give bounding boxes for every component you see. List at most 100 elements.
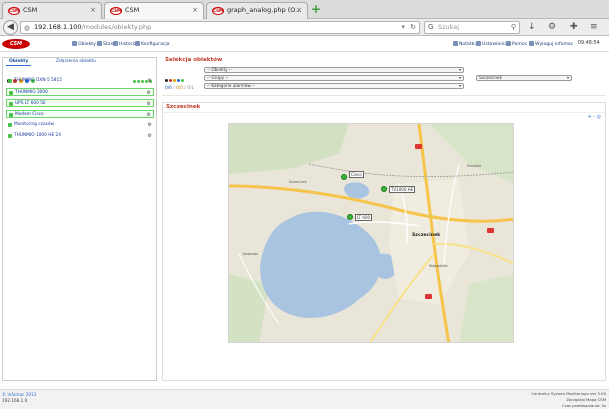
- close-icon[interactable]: ×: [90, 3, 96, 18]
- green-status-icon[interactable]: [181, 79, 184, 82]
- footer-manage: Zarządzaj Mapą CSM: [566, 397, 606, 402]
- select-value: Szczecinek: [479, 75, 503, 80]
- back-arrow-icon[interactable]: ◀: [3, 20, 18, 35]
- marker-label-cisco: Cisco: [349, 171, 364, 178]
- tab-bar: CSM CSM × CSM CSM × CSM graph_analog.php…: [0, 0, 609, 20]
- map-tools[interactable]: + - ◎: [587, 114, 601, 120]
- help-icon: [506, 41, 511, 46]
- download-icon[interactable]: ↓: [528, 22, 536, 32]
- url-bar[interactable]: ◍ 192.168.1.100/modules/obiekty.php ▾ ↻: [20, 21, 420, 34]
- object-label: THUNMIO 1000 HE 24: [14, 133, 62, 138]
- tab-obiekty[interactable]: Obiekty: [6, 58, 32, 66]
- csm-favicon-icon: CSM: [8, 7, 20, 15]
- menu-label: Obiekty: [78, 42, 96, 47]
- status-square-icon: [8, 79, 12, 83]
- footer-time: Czas przetwarzania: 0s: [562, 403, 606, 408]
- dropdown-arrow-icon[interactable]: ▾: [401, 22, 405, 33]
- settings-icon: [476, 41, 481, 46]
- globe-icon: ◍: [24, 24, 31, 32]
- map-marker-lt600[interactable]: [347, 214, 353, 220]
- close-icon[interactable]: ×: [192, 3, 198, 18]
- menu-konfiguracja[interactable]: Konfiguracja: [135, 41, 170, 47]
- list-item[interactable]: UPS LT 600 56 ⚙: [6, 99, 154, 107]
- map-label: Jeziorowo: [243, 252, 259, 256]
- map-label: Parsęcko: [467, 164, 482, 168]
- map-panel: Szczecinek + - ◎ Cisco TV1000 HE LT 600 …: [162, 102, 606, 381]
- search-placeholder: Szukaj: [438, 23, 460, 31]
- status-square-icon: [8, 134, 12, 138]
- gear-icon[interactable]: ⚙: [148, 132, 152, 140]
- gear-icon[interactable]: ⚙: [147, 111, 151, 119]
- city-label: Szczecinek: [412, 233, 441, 238]
- map-label: Szczecinek: [289, 180, 307, 184]
- footer: © infomac 2013 192.168.1.0 Centralny Sys…: [0, 389, 609, 409]
- menu-label: Stan: [103, 42, 114, 47]
- chevron-down-icon: ▾: [458, 83, 461, 88]
- history-icon: [113, 41, 118, 46]
- search-icon[interactable]: ⚲: [511, 22, 516, 33]
- map-canvas[interactable]: Cisco TV1000 HE LT 600 Szczecinek Szczec…: [228, 123, 514, 343]
- tab-graph-analog[interactable]: CSM graph_analog.php (O... ×: [206, 2, 308, 19]
- tab-label: CSM: [23, 6, 38, 14]
- tab-csm-2[interactable]: CSM CSM ×: [104, 2, 204, 20]
- status-icon: [97, 41, 102, 46]
- alarm-categories-select[interactable]: -- Kategorie alarmów -- ▾: [204, 83, 464, 89]
- tab-csm-1[interactable]: CSM CSM ×: [2, 2, 102, 19]
- page-content: CSM Obiekty Stan Historia Konfiguracja N…: [0, 36, 609, 409]
- close-icon[interactable]: ×: [296, 3, 302, 18]
- browser-window: CSM CSM × CSM CSM × CSM graph_analog.php…: [0, 0, 609, 409]
- gear-icon[interactable]: ⚙: [147, 89, 151, 97]
- object-counts: 0/6 / 0/5 / 0/1: [165, 86, 195, 91]
- menu-wyloguj[interactable]: Wyloguj infomac: [529, 41, 573, 47]
- footer-version: Centralny System Monitoringu ver 3.00: [531, 391, 606, 396]
- objects-select[interactable]: -- Obiekty -- ▾: [204, 67, 464, 73]
- menu-historia[interactable]: Historia: [113, 41, 137, 47]
- search-input[interactable]: G Szukaj ⚲: [424, 21, 520, 34]
- map-marker-cisco[interactable]: [341, 174, 347, 180]
- reload-icon[interactable]: ↻: [410, 22, 416, 33]
- tab-zdarzenia-obiektu[interactable]: Zdarzenia obiektu: [53, 58, 99, 66]
- clock: 09:48:54: [578, 41, 600, 46]
- list-item[interactable]: Monitoring czasów ⚙: [6, 121, 154, 129]
- object-label: UPS LT 600 56: [15, 101, 46, 106]
- menu-ustawienia[interactable]: Ustawienia: [476, 41, 507, 47]
- map-marker-tv1000[interactable]: [381, 186, 387, 192]
- orange-status-icon[interactable]: [173, 79, 176, 82]
- list-item[interactable]: THUNMIO 3000 ⚙: [6, 88, 154, 96]
- app-header: CSM Obiekty Stan Historia Konfiguracja N…: [0, 36, 609, 52]
- csm-favicon-icon: CSM: [212, 7, 224, 15]
- count-alarm: 0/1: [187, 86, 195, 91]
- csm-logo[interactable]: CSM: [2, 39, 30, 49]
- menu-label: Pomoc: [512, 42, 528, 47]
- settings-icon[interactable]: ⚙: [548, 22, 556, 32]
- menu-icon[interactable]: ≡: [590, 22, 598, 32]
- plugin-icon[interactable]: ✚: [570, 22, 578, 32]
- list-item[interactable]: THUNMIO DXN-5 5815 ⚙: [6, 77, 154, 85]
- red-status-icon[interactable]: [169, 79, 172, 82]
- map-label: Wojewódzki: [429, 264, 448, 268]
- gear-icon[interactable]: ⚙: [147, 100, 151, 108]
- logout-icon: [529, 41, 534, 46]
- objects-panel: Obiekty Zdarzenia obiektu THUNMIO DXN-5 …: [2, 57, 157, 381]
- blue-status-icon[interactable]: [177, 79, 180, 82]
- new-tab-icon[interactable]: +: [311, 3, 321, 15]
- object-label: Modem Cisco: [15, 112, 44, 117]
- count-warning: 0/5: [176, 86, 184, 91]
- black-status-icon[interactable]: [165, 79, 168, 82]
- menu-pomoc[interactable]: Pomoc: [506, 41, 527, 47]
- select-value: -- Kategorie alarmów --: [207, 83, 256, 88]
- menu-stan[interactable]: Stan: [97, 41, 113, 47]
- gear-icon[interactable]: ⚙: [148, 121, 152, 129]
- map-graphic: [229, 124, 513, 342]
- list-item[interactable]: THUNMIO 1000 HE 24 ⚙: [6, 132, 154, 140]
- status-square-icon: [9, 102, 13, 106]
- menu-obiekty[interactable]: Obiekty: [72, 41, 96, 47]
- status-square-icon: [8, 123, 12, 127]
- city-select[interactable]: Szczecinek ▾: [476, 75, 572, 81]
- footer-copyright[interactable]: © infomac 2013: [2, 392, 36, 397]
- gear-icon[interactable]: ⚙: [148, 77, 152, 85]
- groups-select[interactable]: -- Grupy -- ▾: [204, 75, 464, 81]
- selection-panel: Selekcja obiektów -- Obiekty -- ▾ -- Grup…: [162, 57, 606, 96]
- menu-notatki[interactable]: Notatki: [453, 41, 476, 47]
- list-item[interactable]: Modem Cisco ⚙: [6, 110, 154, 118]
